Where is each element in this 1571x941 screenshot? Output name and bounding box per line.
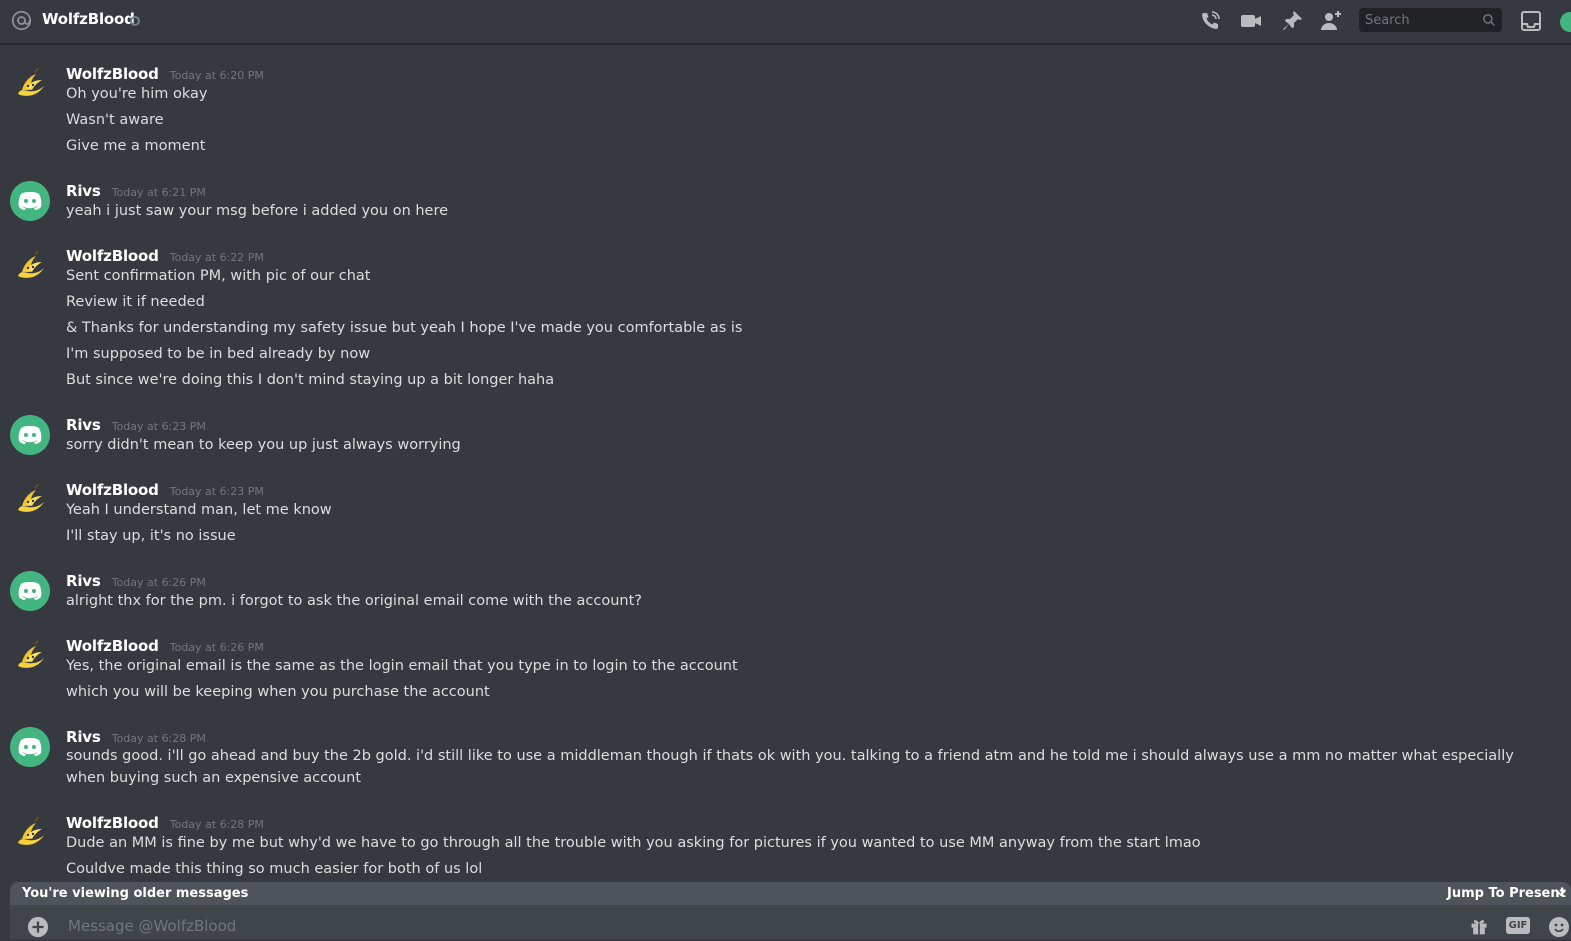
message-composer: GIF	[10, 905, 1571, 941]
offline-status-icon	[130, 16, 140, 26]
message-list: WolfzBlood Today at 6:20 PM Oh you're hi…	[0, 44, 1571, 882]
message-header: Rivs Today at 6:23 PM	[66, 415, 206, 434]
author-name[interactable]: Rivs	[66, 728, 101, 746]
message-text: I'll stay up, it's no issue	[66, 528, 236, 544]
add-friend-icon[interactable]	[1319, 9, 1343, 33]
message-text: & Thanks for understanding my safety iss…	[66, 320, 743, 336]
gift-icon[interactable]	[1469, 916, 1489, 936]
message-header: WolfzBlood Today at 6:22 PM	[66, 246, 264, 265]
message-header: Rivs Today at 6:21 PM	[66, 181, 206, 200]
message-text: Give me a moment	[66, 138, 206, 154]
discord-default-avatar-icon[interactable]	[10, 181, 50, 221]
author-name[interactable]: WolfzBlood	[66, 65, 159, 83]
timestamp: Today at 6:20 PM	[169, 69, 264, 82]
timestamp: Today at 6:28 PM	[111, 732, 206, 745]
message-text: Oh you're him okay	[66, 86, 208, 102]
timestamp: Today at 6:22 PM	[169, 251, 264, 264]
message-text: Sent confirmation PM, with pic of our ch…	[66, 268, 371, 284]
banana-avatar-icon[interactable]	[10, 246, 50, 286]
message-text: sounds good. i'll go ahead and buy the 2…	[66, 748, 1514, 786]
message-header: WolfzBlood Today at 6:26 PM	[66, 636, 264, 655]
message-text: But since we're doing this I don't mind …	[66, 372, 555, 388]
message-text: sorry didn't mean to keep you up just al…	[66, 437, 461, 453]
banana-avatar-icon[interactable]	[10, 64, 50, 104]
author-name[interactable]: WolfzBlood	[66, 247, 159, 265]
discord-default-avatar-icon[interactable]	[10, 415, 50, 455]
timestamp: Today at 6:28 PM	[169, 818, 264, 831]
message-text: Couldve made this thing so much easier f…	[66, 861, 483, 877]
timestamp: Today at 6:21 PM	[111, 186, 206, 199]
timestamp: Today at 6:23 PM	[111, 420, 206, 433]
message-text: alright thx for the pm. i forgot to ask …	[66, 593, 643, 609]
message-header: Rivs Today at 6:28 PM	[66, 727, 206, 746]
pin-icon[interactable]	[1280, 9, 1304, 33]
at-sign-icon	[11, 10, 32, 31]
message-text: which you will be keeping when you purch…	[66, 684, 490, 700]
author-name[interactable]: Rivs	[66, 416, 101, 434]
channel-header: WolfzBlood	[0, 0, 1571, 44]
emoji-icon[interactable]	[1547, 915, 1571, 939]
timestamp: Today at 6:23 PM	[169, 485, 264, 498]
author-name[interactable]: WolfzBlood	[66, 481, 159, 499]
inbox-icon[interactable]	[1519, 9, 1543, 33]
gif-button[interactable]: GIF	[1506, 917, 1530, 934]
channel-title: WolfzBlood	[42, 10, 135, 28]
discord-default-avatar-icon[interactable]	[10, 727, 50, 767]
older-messages-bar: You're viewing older messages Jump To Pr…	[10, 882, 1571, 905]
author-name[interactable]: Rivs	[66, 572, 101, 590]
message-text: yeah i just saw your msg before i added …	[66, 203, 449, 219]
author-name[interactable]: WolfzBlood	[66, 637, 159, 655]
search-icon	[1483, 14, 1495, 26]
search-box[interactable]	[1359, 8, 1502, 32]
video-call-icon[interactable]	[1239, 9, 1263, 33]
message-text: Review it if needed	[66, 294, 205, 310]
author-name[interactable]: WolfzBlood	[66, 814, 159, 832]
banana-avatar-icon[interactable]	[10, 636, 50, 676]
message-text: I'm supposed to be in bed already by now	[66, 346, 371, 362]
message-header: WolfzBlood Today at 6:28 PM	[66, 813, 264, 832]
message-text: Dude an MM is fine by me but why'd we ha…	[66, 835, 1201, 851]
message-text: Wasn't aware	[66, 112, 164, 128]
voice-call-icon[interactable]	[1198, 9, 1222, 33]
message-text: Yeah I understand man, let me know	[66, 502, 332, 518]
banana-avatar-icon[interactable]	[10, 813, 50, 853]
message-input[interactable]	[66, 911, 1450, 941]
message-header: WolfzBlood Today at 6:20 PM	[66, 64, 264, 83]
older-messages-label: You're viewing older messages	[22, 886, 249, 901]
message-text: Yes, the original email is the same as t…	[66, 658, 738, 674]
search-input[interactable]	[1359, 8, 1481, 32]
jump-to-present-button[interactable]: Jump To Present	[1447, 886, 1566, 901]
banana-avatar-icon[interactable]	[10, 480, 50, 520]
message-header: Rivs Today at 6:26 PM	[66, 571, 206, 590]
timestamp: Today at 6:26 PM	[111, 576, 206, 589]
upload-plus-icon[interactable]	[27, 916, 49, 938]
discord-default-avatar-icon[interactable]	[10, 571, 50, 611]
message-header: WolfzBlood Today at 6:23 PM	[66, 480, 264, 499]
chevron-down-icon[interactable]	[1556, 888, 1566, 898]
author-name[interactable]: Rivs	[66, 182, 101, 200]
user-avatar-icon[interactable]	[1560, 12, 1571, 32]
timestamp: Today at 6:26 PM	[169, 641, 264, 654]
